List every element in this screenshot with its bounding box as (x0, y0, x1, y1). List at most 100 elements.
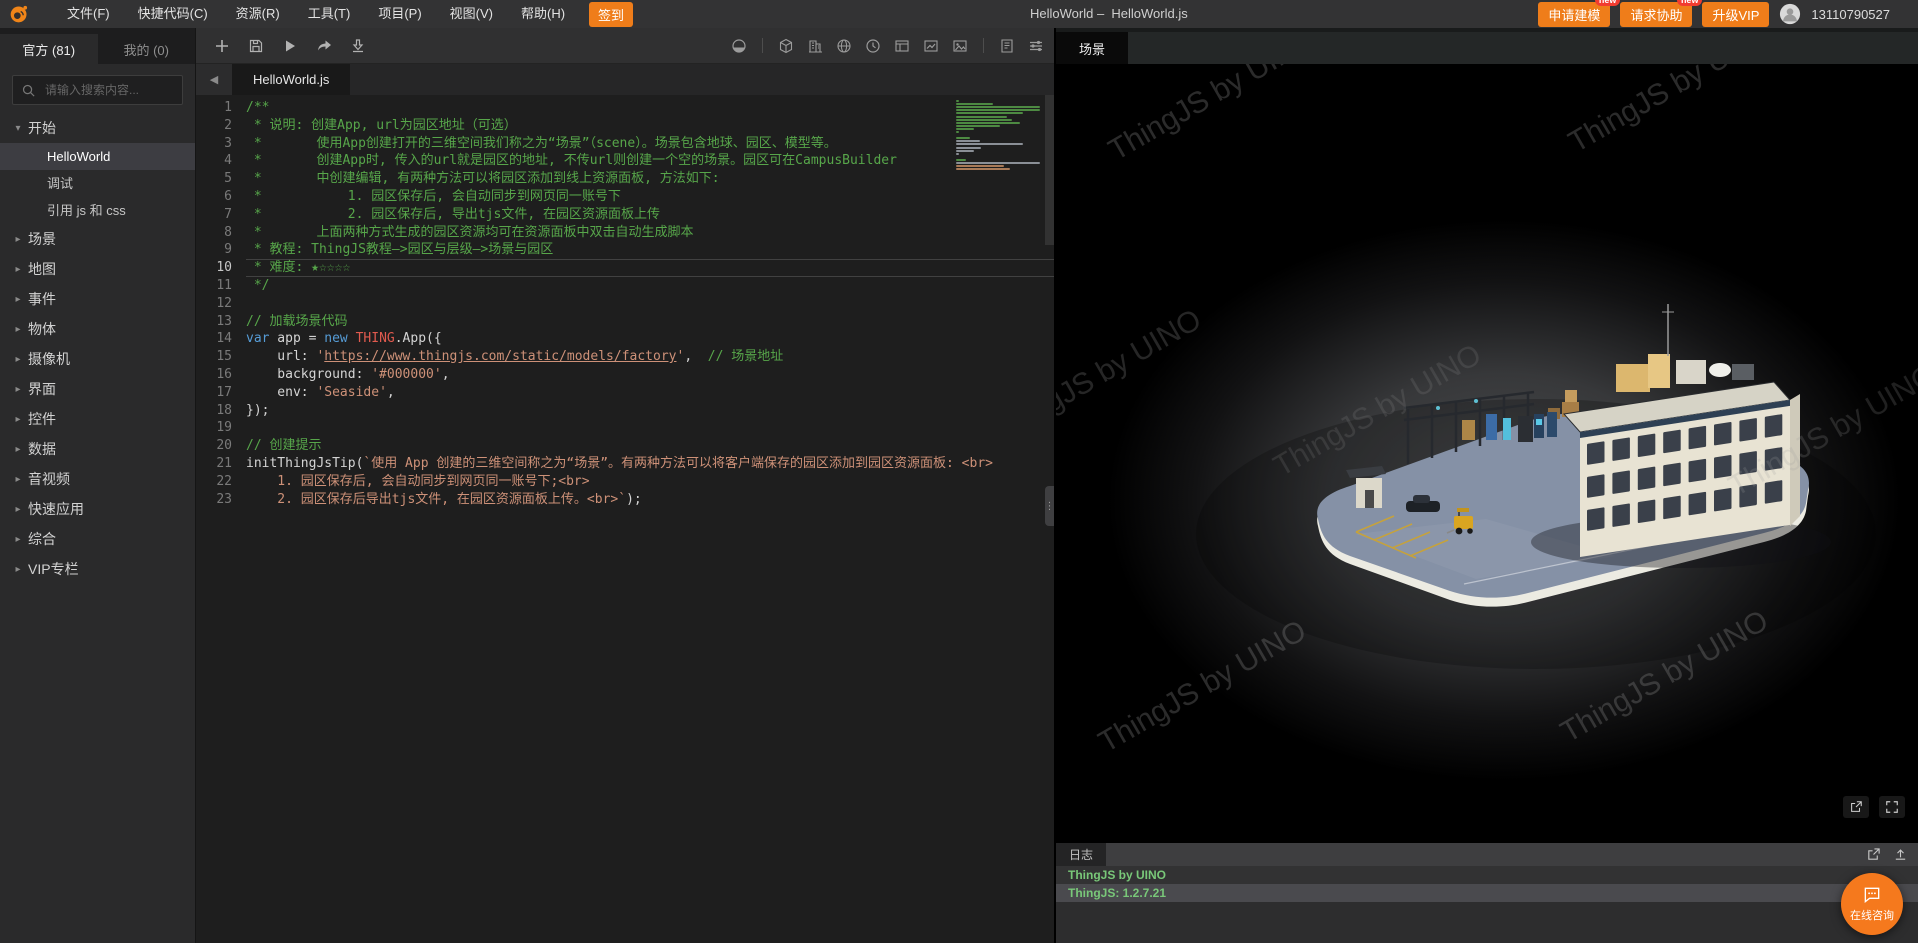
check-in-button[interactable]: 签到 (589, 2, 633, 27)
chevron-right-icon[interactable]: ▸ (8, 354, 28, 365)
log-upload-icon[interactable] (1893, 847, 1908, 862)
code-line-7[interactable]: * 2. 园区保存后, 导出tjs文件, 在园区资源面板上传 (246, 206, 1054, 224)
tab-scene[interactable]: 场景 (1056, 32, 1128, 64)
chevron-right-icon[interactable]: ▸ (8, 534, 28, 545)
code-line-17[interactable]: env: 'Seaside', (246, 384, 1054, 402)
menu-item-5[interactable]: 视图(V) (436, 0, 507, 28)
fullscreen-button[interactable] (1879, 796, 1905, 818)
chevron-right-icon[interactable]: ▸ (8, 414, 28, 425)
editor-scrollbar-thumb[interactable] (1045, 95, 1054, 245)
panel-icon[interactable] (894, 38, 910, 54)
action-button-1[interactable]: 请求协助new (1620, 2, 1692, 27)
code-line-4[interactable]: * 创建App时, 传入的url就是园区的地址, 不传url则创建一个空的场景。… (246, 152, 1054, 170)
action-button-0[interactable]: 申请建模new (1538, 2, 1610, 27)
tree-item-8[interactable]: ▸数据 (0, 434, 195, 464)
line-number-gutter[interactable]: 1234567891011121314151617181920212223 (196, 99, 232, 508)
chevron-right-icon[interactable]: ▸ (8, 564, 28, 575)
tree-item-4[interactable]: ▸物体 (0, 314, 195, 344)
online-support-button[interactable]: 在线咨询 (1841, 873, 1903, 935)
action-button-2[interactable]: 升级VIP (1702, 2, 1769, 27)
log-external-icon[interactable] (1866, 847, 1881, 862)
code-line-15[interactable]: url: 'https://www.thingjs.com/static/mod… (246, 348, 1054, 366)
code-line-8[interactable]: * 上面两种方式生成的园区资源均可在资源面板中双击自动生成脚本 (246, 224, 1054, 242)
splitter-handle[interactable]: ⋮ (1045, 486, 1054, 526)
code-line-23[interactable]: 2. 园区保存后导出tjs文件, 在园区资源面板上传。<br>`); (246, 491, 1054, 509)
building-icon[interactable] (807, 38, 823, 54)
username[interactable]: 13110790527 (1811, 7, 1890, 22)
code-line-1[interactable]: /** (246, 99, 1054, 117)
search-input[interactable] (43, 82, 177, 98)
note-icon[interactable] (999, 38, 1015, 54)
menu-item-1[interactable]: 快捷代码(C) (124, 0, 222, 28)
cube-icon[interactable] (778, 38, 794, 54)
chevron-right-icon[interactable]: ▸ (8, 384, 28, 395)
code-line-6[interactable]: * 1. 园区保存后, 会自动同步到网页同一账号下 (246, 188, 1054, 206)
tab-official[interactable]: 官方 (81) (0, 34, 98, 64)
editor-tab-helloworld[interactable]: HelloWorld.js (232, 64, 350, 95)
code-line-21[interactable]: initThingJsTip(`使用 App 创建的三维空间称之为“场景”。有两… (246, 455, 1054, 473)
menu-item-2[interactable]: 资源(R) (222, 0, 294, 28)
tree-child-引用-js-和-css[interactable]: 引用 js 和 css (0, 197, 195, 224)
plus-icon[interactable] (214, 38, 230, 54)
code-line-18[interactable]: }); (246, 402, 1054, 420)
tab-scroll-left-icon[interactable]: ◀ (196, 64, 232, 95)
code-line-9[interactable]: * 教程: ThingJS教程—>园区与层级—>场景与园区 (246, 241, 1054, 259)
code-line-16[interactable]: background: '#000000', (246, 366, 1054, 384)
splitter[interactable] (1054, 28, 1056, 943)
image-icon[interactable] (952, 38, 968, 54)
chevron-right-icon[interactable]: ▸ (8, 294, 28, 305)
tab-mine[interactable]: 我的 (0) (98, 34, 196, 64)
tree-item-11[interactable]: ▸综合 (0, 524, 195, 554)
tree-item-6[interactable]: ▸界面 (0, 374, 195, 404)
sliders-icon[interactable] (1028, 38, 1044, 54)
tree-item-5[interactable]: ▸摄像机 (0, 344, 195, 374)
tree-item-9[interactable]: ▸音视频 (0, 464, 195, 494)
tree-item-3[interactable]: ▸事件 (0, 284, 195, 314)
code-line-20[interactable]: // 创建提示 (246, 437, 1054, 455)
chevron-right-icon[interactable]: ▸ (8, 264, 28, 275)
run-icon[interactable] (282, 38, 298, 54)
thingjs-logo-icon[interactable] (9, 4, 29, 24)
tree-item-1[interactable]: ▸场景 (0, 224, 195, 254)
menu-item-4[interactable]: 项目(P) (364, 0, 435, 28)
chevron-down-icon[interactable]: ▾ (8, 123, 28, 134)
code-line-3[interactable]: * 使用App创建打开的三维空间我们称之为“场景”（scene）。场景包含地球、… (246, 135, 1054, 153)
tree-child-HelloWorld[interactable]: HelloWorld (0, 143, 195, 170)
code-line-11[interactable]: */ (246, 277, 1054, 295)
code-area[interactable]: 1234567891011121314151617181920212223 /*… (196, 95, 1054, 943)
chevron-right-icon[interactable]: ▸ (8, 474, 28, 485)
tree-item-7[interactable]: ▸控件 (0, 404, 195, 434)
chart-icon[interactable] (923, 38, 939, 54)
code-line-2[interactable]: * 说明: 创建App, url为园区地址（可选） (246, 117, 1054, 135)
minimap[interactable] (954, 98, 1042, 188)
tab-log[interactable]: 日志 (1056, 843, 1106, 866)
chevron-right-icon[interactable]: ▸ (8, 324, 28, 335)
avatar[interactable] (1779, 3, 1801, 25)
tree-item-12[interactable]: ▸VIP专栏 (0, 554, 195, 584)
chevron-right-icon[interactable]: ▸ (8, 504, 28, 515)
code-line-22[interactable]: 1. 园区保存后, 会自动同步到网页同一账号下;<br> (246, 473, 1054, 491)
tree-item-0[interactable]: ▾开始 (0, 113, 195, 143)
open-in-new-window-button[interactable] (1843, 796, 1869, 818)
tree-child-调试[interactable]: 调试 (0, 170, 195, 197)
share-icon[interactable] (316, 38, 332, 54)
tree-item-10[interactable]: ▸快速应用 (0, 494, 195, 524)
earth-icon[interactable] (731, 38, 747, 54)
tree-item-2[interactable]: ▸地图 (0, 254, 195, 284)
code-line-10[interactable]: * 难度: ★☆☆☆☆ (246, 259, 1054, 277)
code-line-5[interactable]: * 中创建编辑, 有两种方法可以将园区添加到线上资源面板, 方法如下: (246, 170, 1054, 188)
globe-icon[interactable] (836, 38, 852, 54)
scene-3d-viewport[interactable]: ThingJS by UINOThingJS by UINOThingJS by… (1056, 64, 1918, 843)
menu-item-6[interactable]: 帮助(H) (507, 0, 579, 28)
code-line-13[interactable]: // 加载场景代码 (246, 313, 1054, 331)
save-icon[interactable] (248, 38, 264, 54)
menu-item-3[interactable]: 工具(T) (294, 0, 365, 28)
chevron-right-icon[interactable]: ▸ (8, 444, 28, 455)
code-line-14[interactable]: var app = new THING.App({ (246, 330, 1054, 348)
code-line-12[interactable] (246, 295, 1054, 313)
chevron-right-icon[interactable]: ▸ (8, 234, 28, 245)
menu-item-0[interactable]: 文件(F) (53, 0, 124, 28)
code-line-19[interactable] (246, 419, 1054, 437)
clock-icon[interactable] (865, 38, 881, 54)
download-icon[interactable] (350, 38, 366, 54)
